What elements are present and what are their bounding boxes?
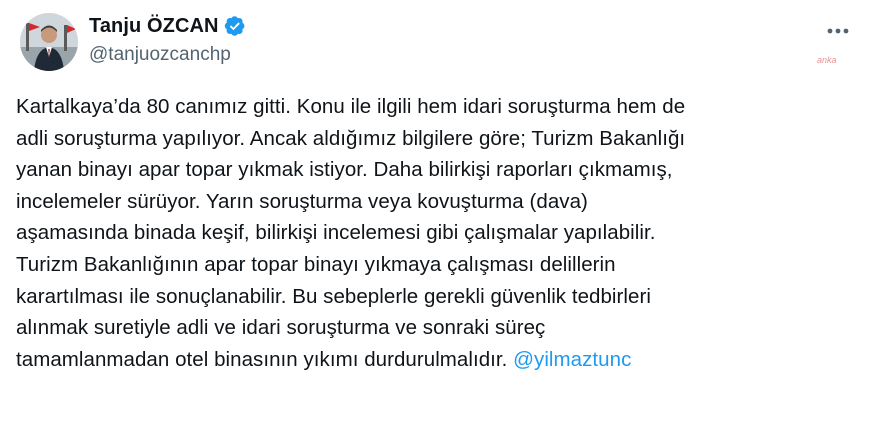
- tweet-card: Tanju ÖZCAN @tanjuozcanchp anka Kartalka…: [0, 0, 870, 422]
- avatar-photo: [20, 13, 78, 71]
- verified-badge-icon: [224, 16, 245, 36]
- tweet-text-line: yanan binayı apar topar yıkmak istiyor. …: [16, 158, 673, 182]
- mention-link[interactable]: @yilmaztunc: [513, 348, 631, 371]
- more-horizontal-icon: [827, 28, 849, 34]
- tweet-text-line: alınmak suretiyle adli ve idari soruştur…: [16, 316, 546, 340]
- watermark: anka: [817, 55, 837, 65]
- tweet-text-line: incelemeler sürüyor. Yarın soruşturma ve…: [16, 189, 588, 213]
- tweet-text-line-content: tamamlanmadan otel binasının yıkımı durd…: [16, 347, 514, 371]
- tweet-text-last-line: tamamlanmadan otel binasının yıkımı durd…: [16, 344, 862, 376]
- tweet-text-line: Kartalkaya’da 80 canımız gitti. Konu ile…: [16, 95, 686, 118]
- avatar[interactable]: [20, 13, 78, 71]
- author-name-row: Tanju ÖZCAN: [89, 13, 246, 39]
- author-display-name[interactable]: Tanju ÖZCAN: [89, 15, 219, 38]
- tweet-text-line: adli soruşturma yapılıyor. Ancak aldığım…: [16, 126, 686, 150]
- author-handle[interactable]: @tanjuozcanchp: [89, 44, 231, 66]
- tweet-text-line: aşamasında binada keşif, bilirkişi incel…: [16, 221, 656, 245]
- tweet-text-line: Turizm Bakanlığının apar topar binayı yı…: [16, 252, 616, 276]
- more-options-button[interactable]: [820, 16, 856, 46]
- tweet-text-line: karartılması ile sonuçlanabilir. Bu sebe…: [16, 284, 651, 308]
- tweet-text: Kartalkaya’da 80 canımız gitti. Konu ile…: [16, 91, 862, 375]
